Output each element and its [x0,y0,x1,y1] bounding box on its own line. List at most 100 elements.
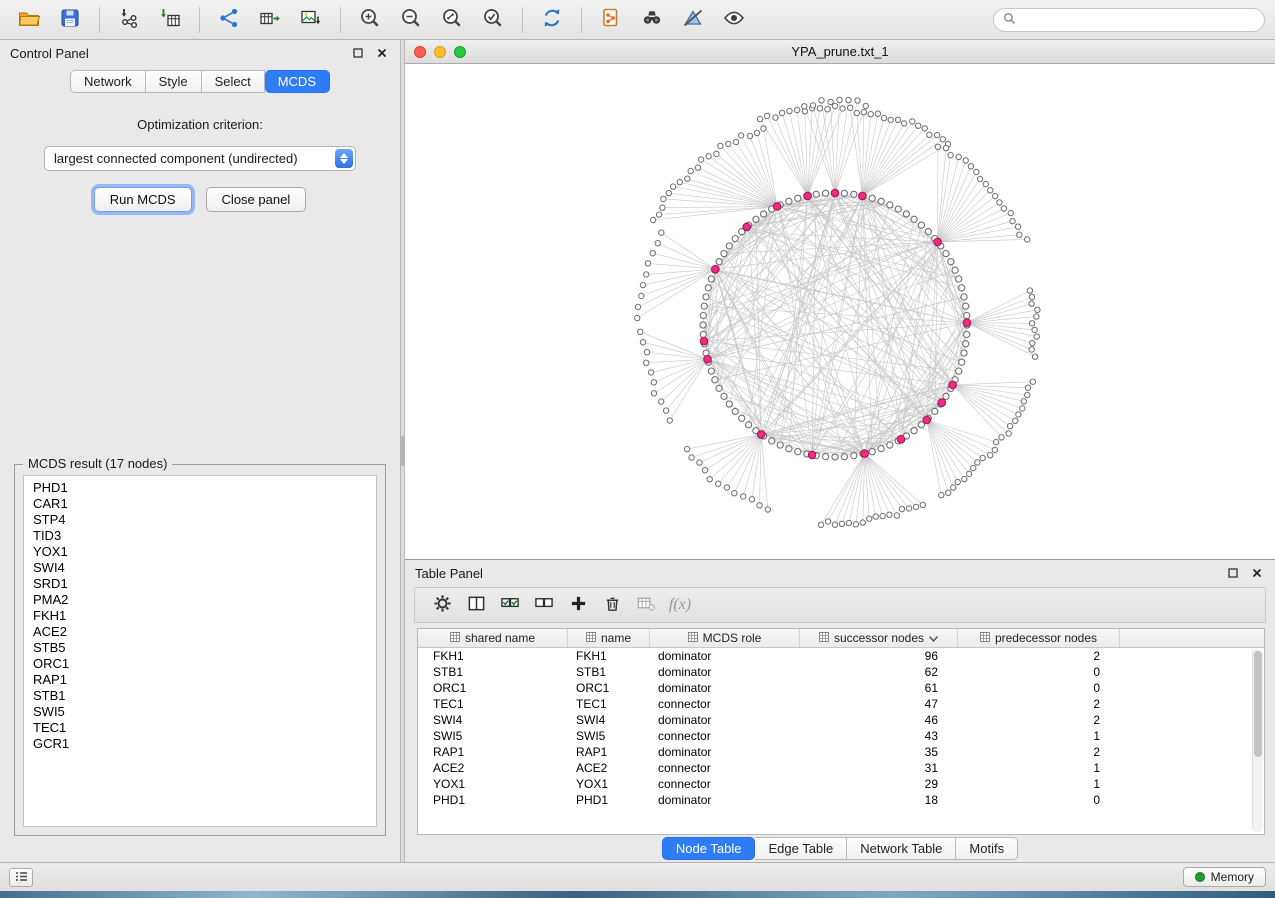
delete-table-icon [636,594,656,616]
show-columns-button[interactable] [461,591,491,619]
column-header-successor-nodes[interactable]: successor nodes [800,629,958,647]
zoom-fit-button[interactable] [433,4,471,36]
table-row[interactable]: RAP1RAP1dominator352 [418,744,1264,760]
close-panel-icon-button[interactable] [374,45,390,61]
close-window-icon[interactable] [414,46,426,58]
chevron-down-icon[interactable] [929,631,938,645]
table-row[interactable]: SWI5SWI5connector431 [418,728,1264,744]
zoom-in-button[interactable] [351,4,389,36]
tab-style[interactable]: Style [146,70,202,93]
result-node[interactable]: GCR1 [33,736,376,752]
result-node[interactable]: TEC1 [33,720,376,736]
cell-shared-name: TEC1 [418,696,568,712]
criterion-select[interactable]: largest connected component (undirected) [44,146,356,171]
result-node[interactable]: PHD1 [33,480,376,496]
zoom-out-icon [399,6,423,33]
float-panel-button[interactable] [350,45,366,61]
graphics-details-button[interactable] [674,4,712,36]
column-header-shared-name[interactable]: shared name [418,629,568,647]
result-node[interactable]: SWI4 [33,560,376,576]
search-input[interactable] [1021,13,1255,27]
splitter-grip[interactable] [401,436,404,466]
column-header-predecessor-nodes[interactable]: predecessor nodes [958,629,1120,647]
result-node[interactable]: SWI5 [33,704,376,720]
network-from-selection-button[interactable] [592,4,630,36]
run-mcds-button[interactable]: Run MCDS [94,187,192,212]
memory-button[interactable]: Memory [1183,867,1266,887]
search-box[interactable] [993,8,1265,32]
export-image-icon [299,6,323,33]
import-table-button[interactable] [151,4,189,36]
task-history-button[interactable] [9,868,33,887]
maximize-window-icon[interactable] [454,46,466,58]
toolbar-separator [99,7,100,33]
select-stepper-icon [335,149,353,168]
result-node[interactable]: ACE2 [33,624,376,640]
result-node[interactable]: FKH1 [33,608,376,624]
result-node[interactable]: CAR1 [33,496,376,512]
network-canvas[interactable] [405,64,1275,559]
open-session-button[interactable] [10,4,48,36]
export-image-button[interactable] [292,4,330,36]
unselect-all-columns-button[interactable] [529,591,559,619]
toolbar-separator [199,7,200,33]
delete-column-button[interactable] [597,591,627,619]
hide-selected-button[interactable] [715,4,753,36]
save-session-button[interactable] [51,4,89,36]
zoom-out-button[interactable] [392,4,430,36]
minimize-window-icon[interactable] [434,46,446,58]
tab-node-table[interactable]: Node Table [662,837,756,860]
import-network-button[interactable] [110,4,148,36]
column-header-name[interactable]: name [568,629,650,647]
cell-successor-nodes: 61 [800,680,958,696]
result-node[interactable]: ORC1 [33,656,376,672]
column-header-mcds-role[interactable]: MCDS role [650,629,800,647]
result-node[interactable]: STB1 [33,688,376,704]
tab-mcds[interactable]: MCDS [265,70,330,93]
table-row[interactable]: YOX1YOX1connector291 [418,776,1264,792]
table-row[interactable]: STB1STB1dominator620 [418,664,1264,680]
export-table-button[interactable] [251,4,289,36]
fx-icon: f(x) [669,596,691,614]
cell-mcds-role: connector [650,696,800,712]
table-row[interactable]: PHD1PHD1dominator180 [418,792,1264,808]
select-all-columns-button[interactable] [495,591,525,619]
function-builder-button[interactable]: f(x) [665,591,695,619]
close-panel-button[interactable]: Close panel [206,187,307,212]
table-row[interactable]: TEC1TEC1connector472 [418,696,1264,712]
result-node[interactable]: STB5 [33,640,376,656]
tab-select[interactable]: Select [202,70,265,93]
status-bar: Memory [0,862,1275,891]
result-node[interactable]: PMA2 [33,592,376,608]
first-neighbors-button[interactable] [633,4,671,36]
delete-table-button[interactable] [631,591,661,619]
result-node[interactable]: RAP1 [33,672,376,688]
right-side: YPA_prune.txt_1 Table Panel [405,40,1275,862]
main-toolbar [0,0,1275,40]
table-row[interactable]: SWI4SWI4dominator462 [418,712,1264,728]
table-row[interactable]: ACE2ACE2connector311 [418,760,1264,776]
tab-network[interactable]: Network [70,70,146,93]
apply-layout-button[interactable] [533,4,571,36]
result-node[interactable]: SRD1 [33,576,376,592]
close-table-panel-button[interactable] [1249,565,1265,581]
result-node[interactable]: STP4 [33,512,376,528]
result-node[interactable]: YOX1 [33,544,376,560]
cell-predecessor-nodes: 2 [958,744,1120,760]
cell-filler [1120,744,1264,760]
cell-predecessor-nodes: 1 [958,776,1120,792]
mcds-result-list[interactable]: PHD1CAR1STP4TID3YOX1SWI4SRD1PMA2FKH1ACE2… [23,475,377,827]
tab-network-table[interactable]: Network Table [847,837,956,860]
table-scrollbar[interactable] [1252,649,1263,832]
scrollbar-thumb[interactable] [1254,651,1262,757]
export-network-button[interactable] [210,4,248,36]
tab-motifs[interactable]: Motifs [956,837,1018,860]
result-node[interactable]: TID3 [33,528,376,544]
float-table-panel-button[interactable] [1225,565,1241,581]
create-column-button[interactable] [563,591,593,619]
zoom-selected-button[interactable] [474,4,512,36]
table-row[interactable]: ORC1ORC1dominator610 [418,680,1264,696]
table-settings-button[interactable] [427,591,457,619]
tab-edge-table[interactable]: Edge Table [755,837,847,860]
table-row[interactable]: FKH1FKH1dominator962 [418,648,1264,664]
